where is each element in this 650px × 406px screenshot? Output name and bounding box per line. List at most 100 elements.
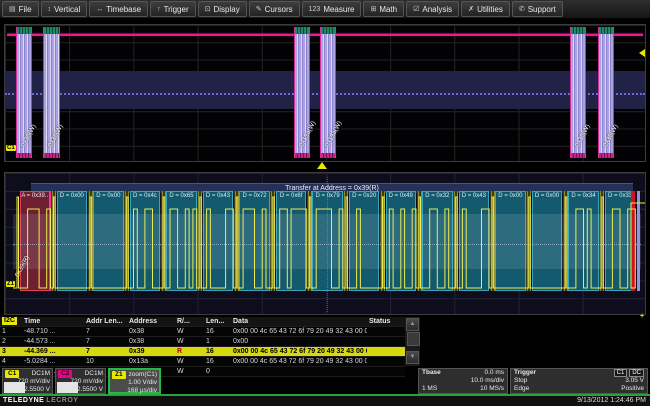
scroll-up-button[interactable]: ▲ <box>406 318 419 331</box>
table-cell <box>367 367 405 376</box>
trigger-time-marker[interactable] <box>317 162 327 169</box>
column-header[interactable]: Len... <box>204 317 231 326</box>
table-cell: 16 <box>204 327 231 336</box>
menu-math[interactable]: ⊞Math <box>363 1 404 17</box>
timebase-box[interactable]: Tbase 0.0 ms 10.0 ms/div 1 MS 10 MS/s <box>418 368 508 394</box>
column-header[interactable]: Time <box>22 317 84 326</box>
table-cell: 4 <box>0 357 22 366</box>
table-cell <box>367 357 405 366</box>
burst-cap <box>571 27 585 34</box>
trigger-level-marker[interactable] <box>639 49 645 57</box>
scroll-thumb[interactable] <box>407 332 420 346</box>
menu-utilities[interactable]: ✗Utilities <box>461 1 510 17</box>
table-cell: W <box>175 327 204 336</box>
timebase-rate: 10 MS/s <box>480 385 504 393</box>
table-cell: 0x00 00 4c 65 43 72 6f 79 20 49 32 43 00… <box>231 347 367 356</box>
c1-descriptor[interactable]: C1 DC1M 720 mV/div -2.5500 V <box>2 368 53 394</box>
menu-label: Math <box>379 5 397 14</box>
menu-file[interactable]: ▤File <box>2 1 39 17</box>
menu-label: Cursors <box>265 5 293 14</box>
c2-descriptor[interactable]: C2 DC1M 720 mV/div -2.5500 V <box>55 368 106 394</box>
table-cell: 0x13a <box>127 357 175 366</box>
menu-display[interactable]: ⊡Display <box>198 1 247 17</box>
table-cell: 0x39 <box>127 347 175 356</box>
oscilloscope-screen: ▤File↕Vertical↔Timebase↑Trigger⊡Display✎… <box>0 0 650 406</box>
table-cell: R <box>175 347 204 356</box>
z1-source: zoom(C1) <box>128 371 157 379</box>
timebase-samples: 1 MS <box>422 385 437 393</box>
c2-badge: C2 <box>58 370 72 378</box>
trigger-coupling-badge: DC <box>629 369 644 377</box>
burst-address-label: 0x13a(W) <box>298 120 317 148</box>
burst-cap <box>17 27 31 34</box>
menu-label: File <box>19 5 32 14</box>
i2c-burst: 0x38(W) <box>16 27 32 158</box>
burst-address-label: 0x38(W) <box>602 123 620 148</box>
menu-vertical[interactable]: ↕Vertical <box>41 1 88 17</box>
table-row[interactable]: 1-48.710 ...70x38W160x00 00 4c 65 43 72 … <box>0 327 405 337</box>
c2-corner <box>57 382 78 393</box>
c1-zero-marker: C1 <box>6 145 16 151</box>
menu-label: Timebase <box>106 5 141 14</box>
table-scrollbar[interactable]: ▲ ▼ <box>405 317 420 366</box>
table-cell: 0x38 <box>127 327 175 336</box>
menu-trigger[interactable]: ↑Trigger <box>150 1 196 17</box>
timebase-delay: 0.0 ms <box>484 369 504 377</box>
trigger-icon: ↑ <box>157 6 161 13</box>
main-graticule[interactable]: 0x38(W)0x38(W)0x13a(W)0x13a(W)0x38(W)0x3… <box>4 24 646 162</box>
column-header[interactable]: Data <box>231 317 367 326</box>
table-row[interactable]: 3-44.369 ...70x39R160x00 00 4c 65 43 72 … <box>0 347 405 357</box>
trigger-box[interactable]: Trigger C1DC Stop 3.05 V Edge Positive <box>510 368 648 394</box>
brand-logo: TELEDYNE <box>0 397 44 404</box>
burst-foot <box>44 153 59 158</box>
burst-cap <box>599 27 613 34</box>
column-header[interactable]: Status <box>367 317 405 326</box>
table-row[interactable]: 4-5.0284 ...100x13aW160x00 00 4c 65 43 7… <box>0 357 405 367</box>
column-header[interactable]: Addr Len... <box>84 317 127 326</box>
trigger-level: 3.05 V <box>625 377 644 385</box>
table-cell: 2 <box>0 337 22 346</box>
column-header[interactable]: Address <box>127 317 175 326</box>
i2c-protocol-badge: I2C <box>2 317 17 325</box>
burst-foot <box>571 153 585 158</box>
trigger-label: Trigger <box>514 369 536 377</box>
burst-foot <box>321 153 335 158</box>
c2-coupling: DC1M <box>85 370 103 378</box>
c1-corner <box>4 382 25 393</box>
measure-icon: 123 <box>309 6 321 13</box>
table-cell: -44.573 ... <box>22 337 84 346</box>
menu-cursors[interactable]: ✎Cursors <box>249 1 300 17</box>
menu-measure[interactable]: 123Measure <box>302 1 362 17</box>
table-cell <box>367 337 405 346</box>
column-header[interactable]: R/... <box>175 317 204 326</box>
menu-timebase[interactable]: ↔Timebase <box>89 1 148 17</box>
table-row[interactable]: 2-44.573 ...70x38W10x00 <box>0 337 405 347</box>
z1-vdiv: 1.00 V/div <box>110 379 159 387</box>
menu-support[interactable]: ✆Support <box>512 1 563 17</box>
file-icon: ▤ <box>9 5 16 13</box>
table-cell <box>367 327 405 336</box>
zoom-graticule[interactable]: Transfer at Address = 0x39(R) A = 0x39..… <box>4 172 646 315</box>
menu-bar: ▤File↕Vertical↔Timebase↑Trigger⊡Display✎… <box>0 0 650 18</box>
c1-coupling: DC1M <box>32 370 50 378</box>
trigger-slope: Positive <box>621 385 644 393</box>
c1-zoom-trace <box>5 173 647 316</box>
scroll-down-button[interactable]: ▼ <box>406 351 419 364</box>
timebase-icon: ↔ <box>96 6 103 13</box>
table-cell: -44.369 ... <box>22 347 84 356</box>
table-cell: 1 <box>0 327 22 336</box>
table-cell: 3 <box>0 347 22 356</box>
table-cell: W <box>175 357 204 366</box>
menu-analysis[interactable]: ☑Analysis <box>406 1 459 17</box>
menu-label: Display <box>214 5 240 14</box>
burst-cap <box>321 27 335 34</box>
table-cell: 0x38 <box>127 337 175 346</box>
menu-label: Analysis <box>422 5 452 14</box>
math-icon: ⊞ <box>370 5 376 13</box>
table-cell: 16 <box>204 357 231 366</box>
analysis-icon: ☑ <box>413 5 419 13</box>
z1-descriptor[interactable]: Z1 zoom(C1) 1.00 V/div 168 µs/div <box>108 368 161 394</box>
i2c-burst: 0x13a(W) <box>294 27 310 158</box>
support-icon: ✆ <box>519 5 525 13</box>
i2c-burst: 0x38(W) <box>598 27 614 158</box>
